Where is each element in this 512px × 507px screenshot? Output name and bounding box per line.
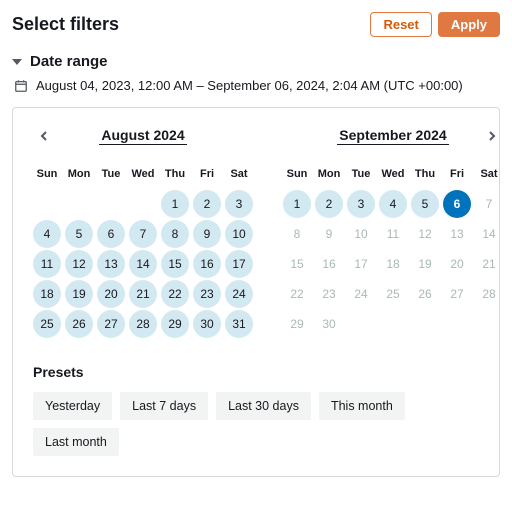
dow-label: Thu [161, 160, 189, 188]
calendar-day[interactable]: 23 [193, 280, 221, 308]
calendar-day[interactable]: 28 [129, 310, 157, 338]
calendar-day[interactable]: 19 [65, 280, 93, 308]
calendar-day[interactable]: 6 [97, 220, 125, 248]
preset-button[interactable]: This month [319, 392, 405, 420]
calendar-day: 24 [347, 280, 375, 308]
calendar-day[interactable]: 3 [347, 190, 375, 218]
calendar-day[interactable]: 7 [129, 220, 157, 248]
date-picker-panel: August 2024 SunMonTueWedThuFriSat1234567… [12, 107, 500, 477]
section-label: Date range [30, 53, 108, 70]
dow-label: Wed [129, 160, 157, 188]
calendar-day[interactable]: 29 [161, 310, 189, 338]
dow-label: Sun [33, 160, 61, 188]
next-month-button[interactable] [483, 127, 501, 145]
calendar-day: 27 [443, 280, 471, 308]
date-range-toggle[interactable]: Date range [12, 53, 500, 70]
calendar-day: 11 [379, 220, 407, 248]
calendar-day: 14 [475, 220, 503, 248]
chevron-down-icon [12, 59, 22, 65]
calendar-day: 19 [411, 250, 439, 278]
calendar-day[interactable]: 15 [161, 250, 189, 278]
dow-label: Fri [193, 160, 221, 188]
calendar-day: 23 [315, 280, 343, 308]
calendar-day[interactable]: 31 [225, 310, 253, 338]
calendar-day: 7 [475, 190, 503, 218]
calendar-day[interactable]: 16 [193, 250, 221, 278]
dow-label: Fri [443, 160, 471, 188]
calendar-day: 16 [315, 250, 343, 278]
dow-label: Thu [411, 160, 439, 188]
calendar-day: 21 [475, 250, 503, 278]
calendar-day[interactable]: 2 [193, 190, 221, 218]
calendar-day: 30 [315, 310, 343, 338]
calendar-day[interactable]: 3 [225, 190, 253, 218]
calendar-day[interactable]: 13 [97, 250, 125, 278]
calendar-day[interactable]: 12 [65, 250, 93, 278]
calendar-day[interactable]: 17 [225, 250, 253, 278]
page-title: Select filters [12, 14, 119, 35]
dow-label: Sat [225, 160, 253, 188]
month-left: August 2024 SunMonTueWedThuFriSat1234567… [33, 126, 253, 338]
calendar-day: 26 [411, 280, 439, 308]
dow-label: Mon [315, 160, 343, 188]
dow-label: Tue [347, 160, 375, 188]
calendar-day[interactable]: 14 [129, 250, 157, 278]
calendar-day: 25 [379, 280, 407, 308]
calendar-day[interactable]: 11 [33, 250, 61, 278]
calendar-day[interactable]: 2 [315, 190, 343, 218]
calendar-day: 10 [347, 220, 375, 248]
calendar-day[interactable]: 22 [161, 280, 189, 308]
calendar-day: 12 [411, 220, 439, 248]
calendar-icon [14, 79, 28, 93]
month-right-title: September 2024 [337, 127, 448, 145]
calendar-day[interactable]: 4 [33, 220, 61, 248]
preset-button[interactable]: Last month [33, 428, 119, 456]
calendar-day: 17 [347, 250, 375, 278]
presets-label: Presets [33, 364, 479, 380]
calendar-day[interactable]: 5 [65, 220, 93, 248]
calendar-day: 13 [443, 220, 471, 248]
reset-button[interactable]: Reset [370, 12, 431, 37]
date-range-text: August 04, 2023, 12:00 AM – September 06… [36, 78, 463, 93]
preset-button[interactable]: Yesterday [33, 392, 112, 420]
month-right: September 2024 SunMonTueWedThuFriSat1234… [283, 126, 503, 338]
calendar-day: 9 [315, 220, 343, 248]
dow-label: Wed [379, 160, 407, 188]
calendar-day[interactable]: 26 [65, 310, 93, 338]
calendar-day[interactable]: 27 [97, 310, 125, 338]
calendar-day[interactable]: 20 [97, 280, 125, 308]
calendar-day: 20 [443, 250, 471, 278]
calendar-day: 28 [475, 280, 503, 308]
calendar-day[interactable]: 5 [411, 190, 439, 218]
calendar-day[interactable]: 1 [161, 190, 189, 218]
calendar-day[interactable]: 10 [225, 220, 253, 248]
month-left-title: August 2024 [99, 127, 186, 145]
calendar-day: 29 [283, 310, 311, 338]
prev-month-button[interactable] [35, 127, 53, 145]
calendar-day: 8 [283, 220, 311, 248]
preset-button[interactable]: Last 7 days [120, 392, 208, 420]
calendar-day[interactable]: 25 [33, 310, 61, 338]
dow-label: Mon [65, 160, 93, 188]
calendar-day[interactable]: 4 [379, 190, 407, 218]
calendar-day[interactable]: 24 [225, 280, 253, 308]
calendar-day: 22 [283, 280, 311, 308]
calendar-day[interactable]: 9 [193, 220, 221, 248]
calendar-day: 18 [379, 250, 407, 278]
calendar-day[interactable]: 18 [33, 280, 61, 308]
preset-button[interactable]: Last 30 days [216, 392, 311, 420]
calendar-day[interactable]: 21 [129, 280, 157, 308]
dow-label: Sun [283, 160, 311, 188]
calendar-day: 15 [283, 250, 311, 278]
dow-label: Tue [97, 160, 125, 188]
calendar-day[interactable]: 8 [161, 220, 189, 248]
calendar-day[interactable]: 6 [443, 190, 471, 218]
dow-label: Sat [475, 160, 503, 188]
apply-button[interactable]: Apply [438, 12, 500, 37]
calendar-day[interactable]: 1 [283, 190, 311, 218]
calendar-day[interactable]: 30 [193, 310, 221, 338]
